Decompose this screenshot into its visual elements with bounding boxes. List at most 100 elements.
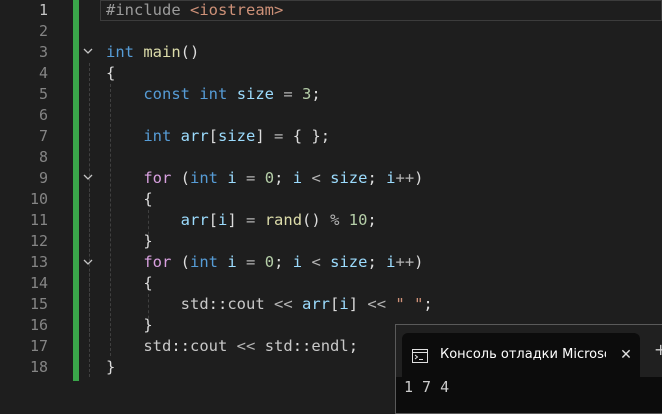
line-number: 11 <box>29 211 48 229</box>
line-number-gutter: 1 2 3 4 5 6 7 8 9 10 11 12 13 14 15 16 1… <box>0 0 72 403</box>
operator: = <box>274 127 284 145</box>
punctuation: () <box>180 43 200 61</box>
chevron-down-icon[interactable] <box>82 171 94 183</box>
close-icon[interactable]: ✕ <box>616 345 636 365</box>
line-number: 5 <box>38 85 48 103</box>
punctuation: ; <box>367 211 377 229</box>
line-number: 14 <box>29 274 48 292</box>
punctuation: ; <box>311 85 321 103</box>
operator: = <box>246 211 256 229</box>
initializer: { }; <box>292 127 331 145</box>
const-keyword: const <box>143 85 190 103</box>
number-literal: 0 <box>264 253 275 271</box>
line-number: 15 <box>29 295 48 313</box>
code-line: arr[i] = rand() % 10; <box>106 210 377 231</box>
variable: i <box>292 253 303 271</box>
line-number: 18 <box>29 358 48 376</box>
plus-icon[interactable]: + <box>654 342 662 358</box>
namespace: std <box>264 337 293 355</box>
line-number: 6 <box>38 106 48 124</box>
console-output: 1 7 4 <box>404 378 450 396</box>
code-line: const int size = 3; <box>106 84 321 105</box>
code-line: for (int i = 0; i < size; i++) <box>106 168 424 189</box>
operator: << <box>367 295 387 313</box>
code-line: int main() <box>106 42 199 63</box>
number-literal: 10 <box>348 211 368 229</box>
punctuation: () <box>302 211 321 229</box>
type-keyword: int <box>106 43 134 61</box>
line-number: 2 <box>38 22 48 40</box>
punctuation: :: <box>171 337 190 355</box>
line-number: 8 <box>38 148 48 166</box>
line-number: 10 <box>29 190 48 208</box>
open-brace: { <box>143 274 153 292</box>
variable: size <box>218 127 256 145</box>
chevron-down-icon[interactable] <box>82 45 94 57</box>
variable: size <box>330 169 368 187</box>
operator: = <box>246 169 256 187</box>
operator: << <box>274 295 293 313</box>
type-keyword: int <box>190 253 219 271</box>
namespace: std <box>180 295 209 313</box>
preprocessor-directive: #include <box>106 1 181 19</box>
variable: i <box>227 169 237 187</box>
type-keyword: int <box>199 85 228 103</box>
variable: size <box>330 253 368 271</box>
code-line: std::cout << arr[i] << " "; <box>106 294 433 315</box>
variable: i <box>386 253 396 271</box>
control-keyword: for <box>143 253 172 271</box>
variable: i <box>339 295 349 313</box>
operator: = <box>246 253 256 271</box>
console-tab[interactable]: Консоль отладки Microsoft V ✕ <box>402 333 640 377</box>
debug-console-window[interactable]: Консоль отладки Microsoft V ✕ + 1 7 4 <box>395 324 662 414</box>
operator: < <box>311 253 321 271</box>
control-keyword: for <box>143 169 172 187</box>
close-brace: } <box>106 358 116 376</box>
console-title: Консоль отладки Microsoft V <box>440 347 606 362</box>
type-keyword: int <box>190 169 219 187</box>
line-number: 4 <box>38 64 48 82</box>
line-number: 9 <box>38 169 48 187</box>
line-number: 1 <box>38 1 48 19</box>
type-keyword: int <box>143 127 172 145</box>
close-brace: } <box>143 232 153 250</box>
punctuation: ; <box>423 295 433 313</box>
punctuation: ; <box>274 169 284 187</box>
indent-guide <box>89 273 90 336</box>
punctuation: ; <box>274 253 284 271</box>
chevron-down-icon[interactable] <box>82 256 94 268</box>
change-tracking-bar <box>73 0 79 381</box>
variable: size <box>236 85 275 103</box>
variable: i <box>292 169 303 187</box>
number-literal: 3 <box>302 85 312 103</box>
punctuation: ; <box>367 169 377 187</box>
punctuation: [ <box>208 127 219 145</box>
line-number: 3 <box>38 43 48 61</box>
operator: ++ <box>395 253 415 271</box>
variable: arr <box>180 211 209 229</box>
operator: = <box>283 85 293 103</box>
identifier: cout <box>227 295 265 313</box>
line-number: 13 <box>29 253 48 271</box>
operator: << <box>236 337 256 355</box>
identifier: endl <box>311 337 349 355</box>
line-number: 16 <box>29 316 48 334</box>
punctuation: ) <box>414 169 424 187</box>
open-brace: { <box>106 64 116 82</box>
indent-guide <box>89 189 90 252</box>
code-line: { <box>106 273 153 294</box>
line-number: 12 <box>29 232 48 250</box>
variable: i <box>218 211 228 229</box>
operator: < <box>311 169 321 187</box>
punctuation: ] <box>227 211 237 229</box>
code-line: } <box>106 357 115 378</box>
code-line: int arr[size] = { }; <box>106 126 330 147</box>
punctuation: [ <box>330 295 340 313</box>
function-name: main <box>143 43 181 61</box>
punctuation: ; <box>348 337 359 355</box>
punctuation: ) <box>414 253 424 271</box>
code-line: #include <iostream> <box>106 0 283 21</box>
punctuation: ( <box>180 169 191 187</box>
operator: ++ <box>395 169 415 187</box>
code-line: std::cout << std::endl; <box>106 336 358 357</box>
